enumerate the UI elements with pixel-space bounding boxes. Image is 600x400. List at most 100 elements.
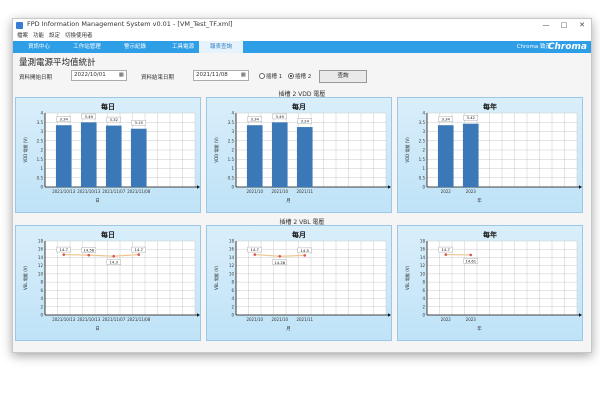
- chart-title: 每月: [292, 102, 306, 111]
- tab-info-center[interactable]: 資訊中心: [17, 41, 61, 53]
- slot2-radio[interactable]: [288, 73, 294, 79]
- minimize-button[interactable]: —: [537, 19, 555, 32]
- y-tick-label: 18: [229, 239, 235, 244]
- data-label: 3.42: [467, 115, 476, 120]
- x-tick-label: 2021/10: [246, 317, 263, 322]
- x-axis-label: 年: [477, 197, 482, 204]
- y-axis-label: VDD 電壓 (V): [22, 137, 28, 163]
- tab-reports[interactable]: 報表查詢: [199, 41, 243, 53]
- data-point: [303, 254, 307, 257]
- x-tick-label: 2021/11/07: [102, 189, 126, 194]
- data-label: 3.32: [110, 117, 119, 122]
- y-tick-label: 10: [420, 271, 426, 276]
- y-tick-label: 0.5: [419, 175, 426, 180]
- bar: [80, 122, 97, 187]
- x-axis-label: 月: [286, 198, 291, 204]
- y-tick-label: 2.5: [419, 138, 426, 143]
- slot1-label: 插槽 1: [266, 74, 283, 80]
- x-tick-label: 2021/10: [271, 317, 288, 322]
- y-tick-label: 14: [229, 255, 235, 260]
- end-date-input[interactable]: 2021/11/08 ▦: [193, 70, 249, 81]
- bar: [271, 122, 288, 187]
- menu-function[interactable]: 功能: [33, 32, 44, 41]
- app-window: FPD Information Management System v0.01 …: [12, 18, 592, 353]
- data-point: [469, 253, 473, 257]
- y-axis-label: VBL 電壓 (V): [404, 266, 410, 291]
- x-axis-label: 日: [95, 198, 100, 204]
- data-label: 14.61: [465, 258, 476, 263]
- data-label: 14.28: [274, 260, 285, 265]
- chart-title: 每年: [483, 102, 497, 111]
- app-icon: [16, 22, 23, 29]
- y-tick-label: 3.5: [37, 120, 44, 125]
- x-tick-label: 2021/11/07: [102, 317, 126, 322]
- menu-settings[interactable]: 設定: [49, 32, 60, 41]
- y-tick-label: 1.5: [37, 157, 44, 162]
- chart-title: 每年: [483, 230, 497, 239]
- vdd-yearly-chart: 每年00.511.522.533.54VDD 電壓 (V)年2022 20233.…: [397, 97, 583, 213]
- x-axis-label: 年: [477, 325, 482, 332]
- y-tick-label: 10: [229, 271, 235, 276]
- x-tick-label: 2021/11/08: [127, 317, 151, 322]
- y-tick-label: 3.5: [228, 120, 235, 125]
- y-tick-label: 3.5: [419, 120, 426, 125]
- tab-alerts[interactable]: 警示紀錄: [113, 41, 157, 53]
- end-date-label: 資料結束日期: [141, 75, 175, 81]
- end-date-value: 2021/11/08: [196, 72, 228, 78]
- x-tick-label: 2021/11: [296, 317, 313, 322]
- y-tick-label: 2.5: [228, 138, 235, 143]
- data-point: [137, 253, 141, 256]
- y-axis-label: VDD 電壓 (V): [404, 137, 410, 163]
- data-point: [112, 254, 116, 258]
- bar: [246, 125, 263, 187]
- report-content: 量測電源平均值統計 資料開始日期 2022/10/01 ▦ 資料結束日期 202…: [13, 53, 591, 352]
- y-tick-label: 16: [229, 247, 235, 252]
- query-button[interactable]: 查詢: [319, 70, 367, 83]
- slot1-radio[interactable]: [259, 73, 265, 79]
- menu-file[interactable]: 檔案: [17, 32, 28, 41]
- calendar-icon[interactable]: ▦: [241, 71, 246, 80]
- start-date-input[interactable]: 2022/10/01 ▦: [71, 70, 127, 81]
- y-tick-label: 1.5: [228, 157, 235, 162]
- vbl-yearly-chart: 每年024681012141618VBL 電壓 (V)年2022 202314.7…: [397, 225, 583, 341]
- bar: [130, 128, 147, 187]
- x-tick-label: 2021/10/13: [77, 189, 101, 194]
- data-label: 3.15: [135, 120, 144, 125]
- bar: [55, 125, 72, 187]
- x-tick-label: 2023: [466, 189, 477, 194]
- data-label: 3.34: [60, 117, 69, 122]
- y-tick-label: 12: [420, 263, 426, 268]
- x-tick-label: 2022: [441, 189, 452, 194]
- calendar-icon[interactable]: ▦: [119, 71, 124, 80]
- bar: [296, 127, 313, 187]
- y-tick-label: 18: [38, 239, 44, 244]
- x-tick-label: 2023: [466, 317, 477, 322]
- data-point: [253, 253, 257, 256]
- vdd-monthly-chart: 每月00.511.522.533.54VDD 電壓 (V)月2021/10 202…: [206, 97, 392, 213]
- x-axis-label: 月: [286, 326, 291, 332]
- data-label: 14.3: [110, 260, 119, 265]
- nav-bar: 資訊中心 工作站管理 警示紀錄 工具電源 報表查詢 Chroma 致茂 Chro…: [13, 41, 591, 53]
- y-axis-label: VBL 電壓 (V): [22, 266, 28, 291]
- vbl-daily-chart: 每日024681012141618VBL 電壓 (V)日2021/10/13 20…: [15, 225, 201, 341]
- tab-workstation[interactable]: 工作站管理: [65, 41, 109, 53]
- data-label: 14.56: [83, 248, 94, 253]
- y-tick-label: 12: [229, 263, 235, 268]
- menu-switch-user[interactable]: 切換使用者: [65, 32, 93, 41]
- page-title: 量測電源平均值統計: [19, 58, 96, 68]
- maximize-button[interactable]: □: [555, 19, 573, 32]
- x-tick-label: 2021/10/13: [52, 189, 76, 194]
- data-label: 3.34: [251, 117, 260, 122]
- y-tick-label: 10: [38, 271, 44, 276]
- start-date-value: 2022/10/01: [74, 72, 106, 78]
- data-label: 14.7: [442, 247, 451, 252]
- data-label: 3.49: [276, 114, 285, 119]
- y-tick-label: 2.5: [37, 138, 44, 143]
- x-tick-label: 2021/11/08: [127, 189, 151, 194]
- data-point: [87, 253, 91, 257]
- brand-logo: Chroma: [547, 42, 587, 52]
- data-point: [278, 254, 282, 258]
- y-axis-label: VDD 電壓 (V): [213, 137, 219, 163]
- close-button[interactable]: ✕: [573, 19, 591, 32]
- y-tick-label: 0.5: [228, 175, 235, 180]
